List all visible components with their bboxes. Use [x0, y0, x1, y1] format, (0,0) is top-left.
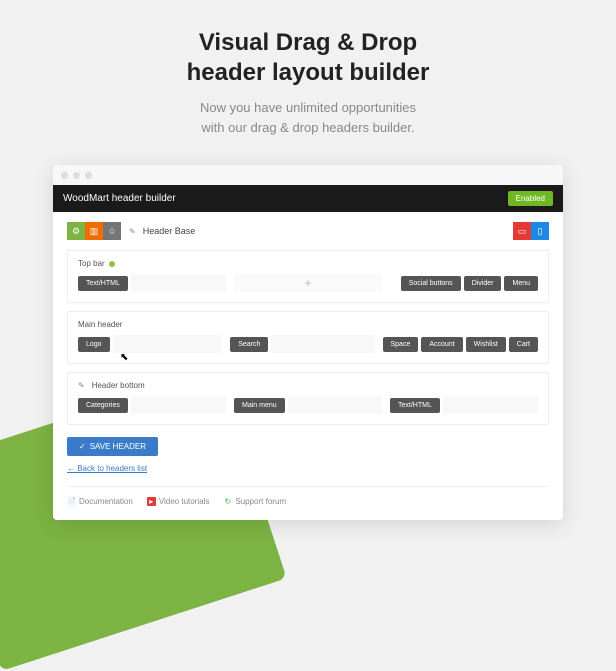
block-cart[interactable]: Cart: [509, 337, 538, 352]
topbar-section: Top bar Text/HTML + Social buttons Divid…: [67, 250, 549, 303]
drop-slot[interactable]: [443, 396, 538, 414]
support-forum-link[interactable]: ↻ Support forum: [223, 497, 286, 506]
pencil-icon: ✎: [129, 227, 136, 236]
cursor-icon: ⬉: [120, 352, 128, 363]
main-header-section: Main header Logo Search Space Account Wi…: [67, 311, 549, 364]
settings-button[interactable]: ⚙: [67, 222, 85, 240]
toolbar: ⚙ ▥ ☆ ✎ Header Base ▭ ▯: [67, 222, 549, 240]
section-title: Main header: [78, 320, 538, 329]
block-text-html[interactable]: Text/HTML: [390, 398, 440, 413]
section-title: Top bar: [78, 259, 538, 268]
block-main-menu[interactable]: Main menu: [234, 398, 285, 413]
video-tutorials-link[interactable]: ▸ Video tutorials: [147, 497, 210, 506]
pencil-icon: ✎: [78, 381, 85, 390]
traffic-light-icon: [73, 172, 80, 179]
layout-button[interactable]: ▥: [85, 222, 103, 240]
favorite-button[interactable]: ☆: [103, 222, 121, 240]
drop-slot[interactable]: [288, 396, 382, 414]
traffic-light-icon: [61, 172, 68, 179]
section-title: ✎ Header bottom: [78, 381, 538, 390]
desktop-icon: ▭: [518, 226, 527, 237]
check-icon: ✓: [79, 442, 86, 451]
app-window: WoodMart header builder Enabled ⚙ ▥ ☆ ✎ …: [53, 165, 563, 520]
block-logo[interactable]: Logo: [78, 337, 110, 352]
drop-slot[interactable]: [271, 335, 374, 353]
traffic-light-icon: [85, 172, 92, 179]
status-badge[interactable]: Enabled: [508, 191, 553, 206]
footer-links: 📄 Documentation ▸ Video tutorials ↻ Supp…: [67, 497, 549, 506]
drop-slot[interactable]: [113, 335, 223, 353]
add-block-button[interactable]: +: [234, 274, 382, 292]
block-account[interactable]: Account: [421, 337, 462, 352]
header-name-label[interactable]: ✎ Header Base: [129, 226, 195, 236]
documentation-link[interactable]: 📄 Documentation: [67, 497, 133, 506]
hero-subtitle: Now you have unlimited opportunities wit…: [20, 98, 596, 137]
gear-icon: ⚙: [72, 226, 80, 237]
document-icon: 📄: [67, 497, 76, 506]
play-icon: ▸: [147, 497, 156, 506]
mobile-view-button[interactable]: ▯: [531, 222, 549, 240]
mobile-icon: ▯: [538, 226, 543, 237]
block-categories[interactable]: Categories: [78, 398, 128, 413]
layout-icon: ▥: [90, 226, 99, 237]
window-titlebar: [53, 165, 563, 185]
app-bar: WoodMart header builder Enabled: [53, 185, 563, 212]
block-divider[interactable]: Divider: [464, 276, 502, 291]
back-link[interactable]: ← Back to headers list: [67, 464, 147, 473]
block-space[interactable]: Space: [383, 337, 419, 352]
header-bottom-section: ✎ Header bottom Categories Main menu Tex…: [67, 372, 549, 425]
block-wishlist[interactable]: Wishlist: [466, 337, 506, 352]
app-title: WoodMart header builder: [63, 193, 176, 204]
desktop-view-button[interactable]: ▭: [513, 222, 531, 240]
block-social[interactable]: Social buttons: [401, 276, 461, 291]
refresh-icon: ↻: [223, 497, 232, 506]
block-text-html[interactable]: Text/HTML: [78, 276, 128, 291]
status-dot-icon: [109, 261, 115, 267]
drop-slot[interactable]: [131, 396, 226, 414]
drop-slot[interactable]: [131, 274, 226, 292]
star-icon: ☆: [108, 226, 116, 237]
save-button[interactable]: ✓ SAVE HEADER: [67, 437, 158, 456]
block-search[interactable]: Search: [230, 337, 268, 352]
block-menu[interactable]: Menu: [504, 276, 538, 291]
hero-title: Visual Drag & Drop header layout builder: [20, 28, 596, 88]
